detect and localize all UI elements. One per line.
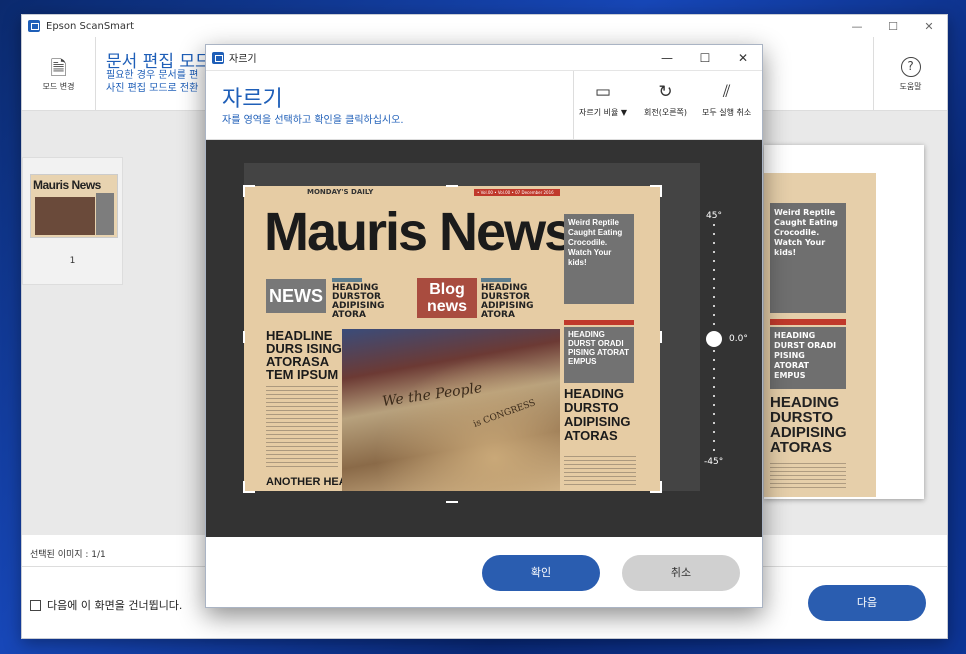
undo-all-label: 모두 실행 취소 (702, 108, 752, 117)
main-window-title: Epson ScanSmart (46, 20, 135, 32)
newspaper-right-box2: HEADING DURST ORADI PISING ATORAT EMPUS (564, 327, 634, 383)
preview-box2-text: HEADING DURST ORADI PISING ATORAT EMPUS (774, 331, 837, 380)
page-description-line1: 필요한 경우 문서를 편 (106, 70, 199, 81)
crop-ratio-icon: ▭ (594, 82, 612, 102)
thumbnail-page-number: 1 (69, 256, 76, 266)
thumbnail-masthead: Mauris News (33, 178, 101, 192)
minimize-button[interactable]: — (839, 20, 875, 33)
crop-title: 자르기 (222, 87, 283, 112)
selected-images-status: 선택된 이미지 : 1/1 (30, 550, 106, 560)
crop-handle-bottom[interactable] (446, 491, 458, 503)
crop-handle-right[interactable] (660, 331, 662, 343)
rotate-right-label: 회전(오른쪽) (644, 108, 688, 117)
crop-handle-top[interactable] (446, 185, 458, 197)
page-description-line2: 사진 편집 모드로 전환 (106, 83, 199, 94)
rotation-max-label: 45° (706, 211, 722, 221)
crop-handle-bottom-right[interactable] (650, 481, 662, 493)
newspaper-heading1: HEADING DURSTOR ADIPISING ATORA (332, 278, 414, 320)
thumbnail-photo (35, 197, 95, 235)
skip-label: 다음에 이 화면을 건너뜁니다. (47, 599, 183, 612)
dialog-minimize-button[interactable]: — (648, 51, 686, 65)
newspaper-masthead: Mauris News (264, 202, 574, 262)
mode-change-button[interactable]: 🗎 모드 변경 (22, 37, 96, 111)
heading2-text: HEADING DURSTOR ADIPISING ATORA (481, 283, 534, 320)
toolbar-divider (573, 71, 574, 140)
crop-handle-top-right[interactable] (650, 185, 662, 197)
rotation-slider-knob[interactable] (706, 331, 722, 347)
crop-dialog-titlebar: 자르기 — ☐ ✕ (206, 45, 762, 71)
close-button[interactable]: ✕ (911, 20, 947, 33)
dialog-app-icon (212, 51, 224, 64)
newspaper-right-box1: Weird Reptile Caught Eating Crocodile. W… (564, 214, 634, 304)
newspaper-left-text (266, 386, 338, 470)
preview-box1: Weird Reptile Caught Eating Crocodile. W… (770, 203, 846, 313)
right-box2-text: HEADING DURST ORADI PISING ATORAT EMPUS (568, 330, 630, 366)
crop-subtitle: 자를 영역을 선택하고 확인을 클릭하십시오. (222, 115, 404, 126)
rotation-value: 0.0° (729, 334, 748, 344)
thumbnail-image: Mauris News (30, 174, 118, 238)
heading1-text: HEADING DURSTOR ADIPISING ATORA (332, 283, 385, 320)
cancel-button[interactable]: 취소 (622, 555, 740, 591)
newspaper-photo: We the People is CONGRESS (342, 329, 560, 491)
undo-all-button[interactable]: ⫽ 모두 실행 취소 (702, 81, 751, 118)
preview-box1-text: Weird Reptile Caught Eating Crocodile. W… (774, 208, 838, 257)
newspaper-red-bar (564, 320, 634, 325)
crop-canvas[interactable]: MONDAY'S DAILY • Vol.00 • Vol.00 • 07 De… (206, 140, 762, 537)
preview-red-bar (770, 319, 846, 325)
rotation-min-label: -45° (704, 457, 724, 467)
app-icon (28, 20, 40, 32)
ok-button[interactable]: 확인 (482, 555, 600, 591)
skip-screen-option[interactable]: 다음에 이 화면을 건너뜁니다. (30, 597, 182, 613)
crop-dialog: 자르기 — ☐ ✕ 자르기 자를 영역을 선택하고 확인을 클릭하십시오. ▭ … (205, 44, 763, 608)
newspaper-right-text (564, 456, 636, 486)
next-button[interactable]: 다음 (808, 585, 926, 621)
thumbnail-item[interactable]: Mauris News 1 (22, 157, 123, 285)
newspaper-left-headline: HEADLINE DURS ISING ATORASA TEM IPSUM (266, 328, 342, 382)
preview-text-lines (770, 463, 846, 491)
undo-all-icon: ⫽ (722, 82, 731, 102)
page-preview: Weird Reptile Caught Eating Crocodile. W… (764, 145, 924, 499)
photo-caption-1: We the People (381, 380, 484, 410)
dialog-maximize-button[interactable]: ☐ (686, 51, 724, 65)
preview-headline: HEADING DURSTO ADIPISING ATORAS (770, 394, 847, 456)
dialog-close-button[interactable]: ✕ (724, 51, 762, 65)
crop-dialog-header: 자르기 자를 영역을 선택하고 확인을 클릭하십시오. ▭ 자르기 비율 ▼ ↻… (206, 71, 762, 140)
newspaper-right-headline: HEADING DURSTO ADIPISING ATORAS (564, 386, 631, 443)
crop-handle-bottom-left[interactable] (243, 481, 255, 493)
newspaper-blog-box: Blog news (417, 278, 477, 318)
thumbnail-column (96, 193, 114, 235)
help-button[interactable]: ? 도움말 (873, 37, 947, 111)
preview-box2: HEADING DURST ORADI PISING ATORAT EMPUS (770, 327, 846, 389)
main-titlebar: Epson ScanSmart — ☐ ✕ (22, 15, 947, 37)
help-icon: ? (900, 56, 921, 77)
aspect-ratio-label: 자르기 비율 ▼ (579, 108, 628, 117)
rotate-right-icon: ↻ (658, 82, 673, 102)
heading1-tag (332, 278, 362, 282)
crop-handle-left[interactable] (243, 331, 245, 343)
page-description: 필요한 경우 문서를 편 사진 편집 모드로 전환 (106, 69, 198, 95)
skip-checkbox[interactable] (30, 599, 41, 611)
maximize-button[interactable]: ☐ (875, 20, 911, 33)
crop-handle-top-left[interactable] (243, 185, 255, 197)
right-box1-text: Weird Reptile Caught Eating Crocodile. W… (568, 218, 623, 267)
scanned-newspaper: MONDAY'S DAILY • Vol.00 • Vol.00 • 07 De… (244, 186, 660, 491)
preview-newspaper: Weird Reptile Caught Eating Crocodile. W… (764, 173, 876, 497)
help-label: 도움말 (899, 81, 922, 91)
photo-caption-2: is CONGRESS (472, 398, 537, 430)
newspaper-another-headline: ANOTHER HEA (266, 476, 347, 488)
heading2-tag (481, 278, 511, 282)
aspect-ratio-button[interactable]: ▭ 자르기 비율 ▼ (579, 81, 627, 118)
rotate-right-button[interactable]: ↻ 회전(오른쪽) (644, 81, 687, 118)
document-mode-icon: 🗎 (50, 55, 67, 80)
newspaper-news-box: NEWS (266, 279, 326, 313)
mode-change-label: 모드 변경 (42, 81, 75, 91)
crop-dialog-window-title: 자르기 (229, 54, 257, 65)
newspaper-heading2: HEADING DURSTOR ADIPISING ATORA (481, 278, 563, 320)
